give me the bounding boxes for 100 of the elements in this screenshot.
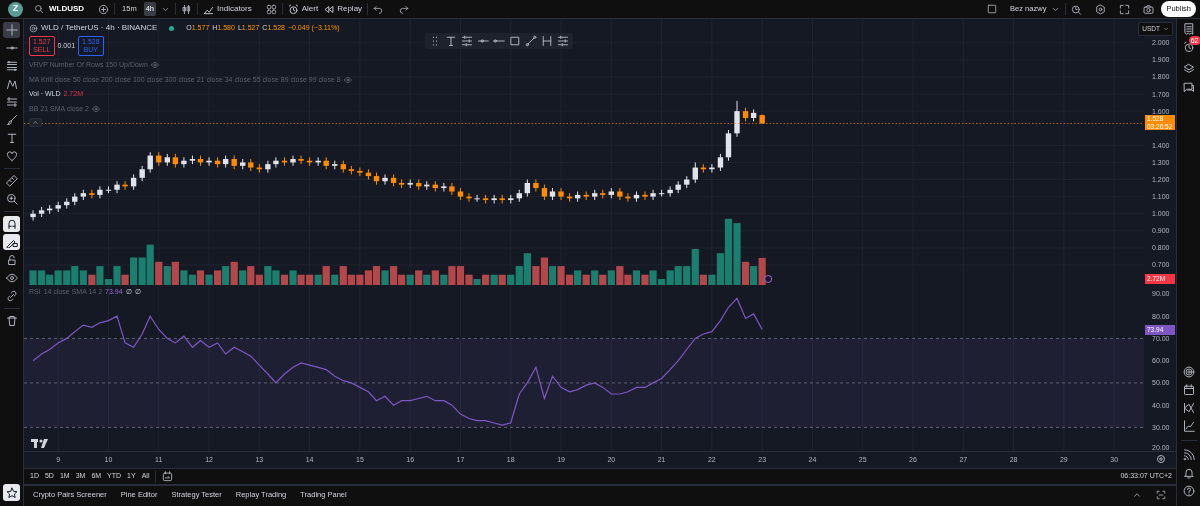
candle [642, 191, 648, 201]
target-icon[interactable] [1182, 366, 1195, 378]
candle [675, 180, 681, 194]
candle [508, 194, 514, 204]
layers-icon[interactable] [1182, 63, 1195, 75]
add-symbol-icon[interactable] [98, 3, 110, 15]
candle [558, 187, 564, 201]
candle [240, 158, 246, 170]
lines-settings-icon[interactable] [557, 35, 569, 47]
candle [474, 194, 480, 203]
watchlist-icon[interactable] [1182, 23, 1195, 35]
candle [407, 179, 413, 189]
layout-icon[interactable] [987, 4, 998, 14]
candle [206, 156, 212, 167]
candle [139, 165, 145, 182]
quick-search-icon[interactable] [1071, 3, 1083, 15]
candle [298, 155, 304, 165]
fullscreen-icon[interactable] [1119, 3, 1131, 15]
candle [55, 201, 61, 213]
candle [97, 185, 103, 199]
candle [281, 156, 288, 167]
candle [692, 161, 698, 184]
rectangle-icon[interactable] [509, 35, 521, 47]
help-icon[interactable] [1182, 485, 1195, 497]
candle [583, 191, 589, 201]
candle [466, 192, 472, 203]
candle [265, 160, 271, 174]
candle [684, 175, 690, 189]
candle [382, 173, 388, 186]
candle [709, 163, 715, 174]
candle [348, 165, 355, 175]
candle [759, 114, 765, 125]
calendar-icon[interactable] [1182, 384, 1195, 396]
chevron-up-icon [32, 119, 39, 126]
candle [617, 187, 623, 201]
candle [457, 187, 464, 201]
ruler-icon[interactable] [3, 173, 20, 189]
candle [524, 179, 531, 198]
candle [625, 192, 631, 203]
settings-icon[interactable] [1157, 455, 1165, 463]
chevron-up-icon[interactable] [1132, 490, 1142, 500]
candle [130, 173, 137, 191]
undo-icon[interactable] [373, 4, 384, 14]
candle [248, 158, 254, 172]
camera-icon[interactable] [1143, 3, 1155, 15]
candle [608, 187, 614, 199]
chart-icon[interactable] [1182, 420, 1195, 432]
candle [315, 156, 321, 167]
candle [650, 189, 656, 201]
search-icon[interactable] [34, 4, 44, 14]
text-tool-icon[interactable] [445, 35, 457, 47]
alarm-clock-icon[interactable] [1182, 41, 1195, 53]
candle [122, 180, 128, 191]
magnet-icon[interactable] [3, 216, 20, 232]
candle [105, 185, 112, 194]
symbol-title[interactable]: WLD / TetherUS · 4h · BINANCE [41, 22, 158, 34]
trend-line-icon[interactable] [525, 35, 537, 47]
candles-icon[interactable] [181, 3, 193, 15]
lines-settings-icon[interactable] [461, 35, 473, 47]
candle [449, 182, 455, 196]
candle [633, 191, 640, 203]
candle [72, 192, 78, 206]
candle [30, 209, 36, 222]
candle [80, 189, 87, 201]
calendar-icon[interactable] [162, 471, 174, 482]
candle [658, 189, 665, 198]
symbol-icon [29, 23, 38, 33]
candle [667, 185, 673, 198]
maximize-icon[interactable] [1156, 490, 1166, 500]
alert-button[interactable]: Alert [287, 3, 319, 15]
candle [290, 155, 296, 167]
redo-icon[interactable] [399, 4, 410, 14]
alarm-clock-icon [287, 3, 299, 15]
candle [172, 153, 179, 169]
symbol-search[interactable]: WLDUSD [49, 3, 85, 15]
rss-icon[interactable] [1182, 449, 1195, 461]
indicators-button[interactable]: Indicators [203, 3, 252, 15]
bell-icon[interactable] [1182, 467, 1195, 479]
replay-button[interactable]: Replay [323, 3, 363, 15]
network-icon[interactable] [1182, 402, 1195, 414]
chevron-down-icon [1163, 25, 1169, 32]
pencil-lock-icon[interactable] [3, 234, 20, 250]
candle [89, 189, 95, 199]
collapse-button[interactable] [29, 118, 42, 127]
candle [700, 163, 707, 174]
candle [441, 182, 447, 192]
candle [231, 155, 237, 170]
chat-icon[interactable] [1182, 81, 1195, 93]
candle [357, 167, 363, 177]
candle [340, 160, 346, 174]
candle [64, 197, 70, 210]
templates-icon[interactable] [265, 3, 277, 15]
candle [323, 156, 329, 170]
candle [306, 156, 313, 167]
favorite-star-button[interactable] [3, 484, 20, 501]
crosshair-icon[interactable] [3, 22, 20, 38]
candle [533, 179, 539, 192]
candle [147, 151, 153, 174]
range-icon[interactable] [541, 35, 553, 47]
settings-icon[interactable] [1095, 3, 1107, 15]
